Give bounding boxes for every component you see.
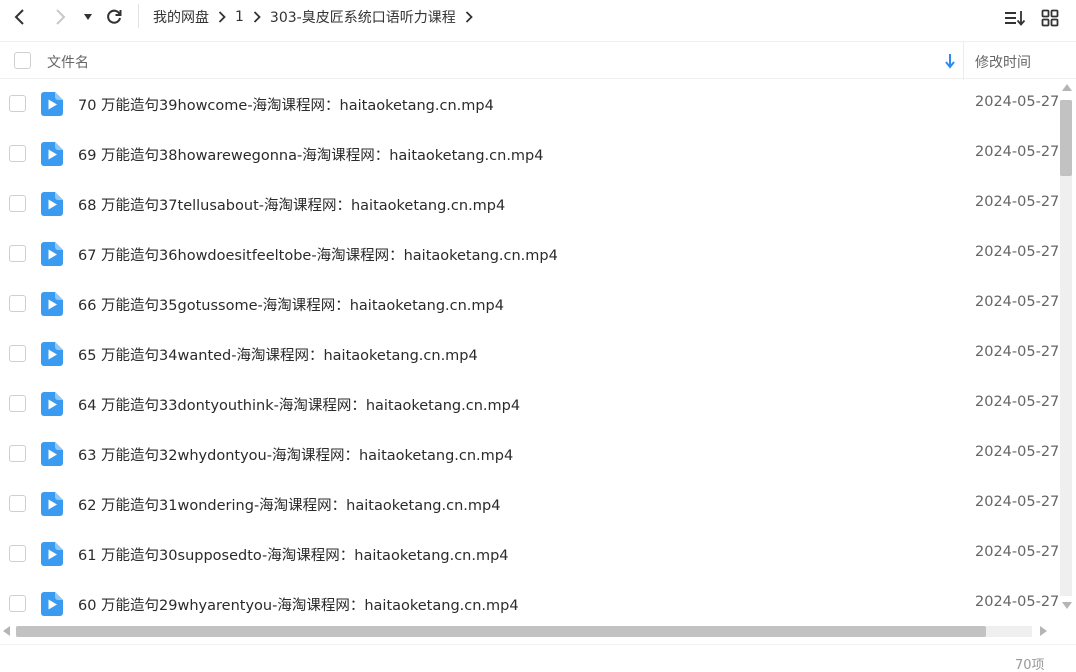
- column-header-modified-time[interactable]: 修改时间: [975, 52, 1031, 72]
- scroll-up-arrow-icon[interactable]: [1062, 84, 1072, 91]
- file-row[interactable]: 63 万能造句32whydontyou-海淘课程网：haitaoketang.c…: [0, 429, 1058, 479]
- file-name: 63 万能造句32whydontyou-海淘课程网：haitaoketang.c…: [78, 448, 514, 464]
- video-file-icon: [41, 342, 63, 366]
- row-checkbox[interactable]: [9, 145, 26, 162]
- video-file-icon: [41, 192, 63, 216]
- file-row[interactable]: 62 万能造句31wondering-海淘课程网：haitaoketang.cn…: [0, 479, 1058, 529]
- toolbar-divider: [138, 4, 139, 28]
- file-name: 66 万能造句35gotussome-海淘课程网：haitaoketang.cn…: [78, 298, 504, 314]
- video-file-icon: [41, 92, 63, 116]
- video-file-icon: [41, 542, 63, 566]
- file-modified-time: 2024-05-27: [975, 544, 1058, 560]
- forward-arrow-icon[interactable]: [48, 5, 72, 29]
- file-row[interactable]: 66 万能造句35gotussome-海淘课程网：haitaoketang.cn…: [0, 279, 1058, 329]
- video-file-icon: [41, 592, 63, 616]
- horizontal-scroll-thumb[interactable]: [16, 626, 986, 637]
- file-modified-time: 2024-05-27: [975, 94, 1058, 110]
- refresh-icon[interactable]: [102, 5, 126, 29]
- breadcrumb-item-current[interactable]: 303-臭皮匠系统口语听力课程: [270, 7, 456, 27]
- file-name: 70 万能造句39howcome-海淘课程网：haitaoketang.cn.m…: [78, 98, 494, 114]
- breadcrumb-item-1[interactable]: 1: [235, 9, 244, 25]
- file-name: 61 万能造句30supposedto-海淘课程网：haitaoketang.c…: [78, 548, 509, 564]
- row-checkbox[interactable]: [9, 495, 26, 512]
- file-name: 65 万能造句34wanted-海淘课程网：haitaoketang.cn.mp…: [78, 348, 478, 364]
- file-name: 69 万能造句38howarewegonna-海淘课程网：haitaoketan…: [78, 148, 544, 164]
- file-name: 68 万能造句37tellusabout-海淘课程网：haitaoketang.…: [78, 198, 506, 214]
- file-name: 62 万能造句31wondering-海淘课程网：haitaoketang.cn…: [78, 498, 501, 514]
- file-modified-time: 2024-05-27: [975, 144, 1058, 160]
- breadcrumb-item-root[interactable]: 我的网盘: [153, 7, 209, 27]
- toolbar: 我的网盘 1 303-臭皮匠系统口语听力课程: [0, 0, 1076, 33]
- video-file-icon: [41, 292, 63, 316]
- scroll-right-arrow-icon[interactable]: [1040, 626, 1047, 636]
- file-modified-time: 2024-05-27: [975, 194, 1058, 210]
- video-file-icon: [41, 242, 63, 266]
- file-modified-time: 2024-05-27: [975, 494, 1058, 510]
- row-checkbox[interactable]: [9, 345, 26, 362]
- row-checkbox[interactable]: [9, 195, 26, 212]
- scroll-left-arrow-icon[interactable]: [3, 626, 10, 636]
- breadcrumb: 我的网盘 1 303-臭皮匠系统口语听力课程: [153, 6, 482, 28]
- horizontal-scrollbar[interactable]: [0, 622, 1058, 640]
- file-modified-time: 2024-05-27: [975, 594, 1058, 610]
- file-row[interactable]: 67 万能造句36howdoesitfeeltobe-海淘课程网：haitaok…: [0, 229, 1058, 279]
- file-row[interactable]: 61 万能造句30supposedto-海淘课程网：haitaoketang.c…: [0, 529, 1058, 579]
- chevron-right-icon: [253, 11, 261, 23]
- file-modified-time: 2024-05-27: [975, 244, 1058, 260]
- row-checkbox[interactable]: [9, 245, 26, 262]
- back-arrow-icon[interactable]: [8, 5, 32, 29]
- file-name: 67 万能造句36howdoesitfeeltobe-海淘课程网：haitaok…: [78, 248, 558, 264]
- grid-view-icon[interactable]: [1038, 6, 1062, 30]
- file-modified-time: 2024-05-27: [975, 444, 1058, 460]
- file-row[interactable]: 65 万能造句34wanted-海淘课程网：haitaoketang.cn.mp…: [0, 329, 1058, 379]
- file-name: 64 万能造句33dontyouthink-海淘课程网：haitaoketang…: [78, 398, 521, 414]
- video-file-icon: [41, 392, 63, 416]
- file-row[interactable]: 60 万能造句29whyarentyou-海淘课程网：haitaoketang.…: [0, 579, 1058, 625]
- vertical-scroll-thumb[interactable]: [1060, 100, 1072, 176]
- file-modified-time: 2024-05-27: [975, 294, 1058, 310]
- history-dropdown-icon[interactable]: [76, 5, 100, 29]
- chevron-right-icon[interactable]: [465, 11, 473, 23]
- video-file-icon: [41, 442, 63, 466]
- select-all-checkbox[interactable]: [14, 52, 31, 69]
- file-list: 70 万能造句39howcome-海淘课程网：haitaoketang.cn.m…: [0, 79, 1058, 625]
- file-row[interactable]: 69 万能造句38howarewegonna-海淘课程网：haitaoketan…: [0, 129, 1058, 179]
- column-header-name[interactable]: 文件名: [47, 52, 89, 72]
- row-checkbox[interactable]: [9, 95, 26, 112]
- vertical-scrollbar[interactable]: [1058, 80, 1076, 618]
- list-header: 文件名 修改时间: [0, 41, 1076, 80]
- row-checkbox[interactable]: [9, 595, 26, 612]
- column-divider[interactable]: [963, 42, 964, 80]
- video-file-icon: [41, 492, 63, 516]
- file-row[interactable]: 68 万能造句37tellusabout-海淘课程网：haitaoketang.…: [0, 179, 1058, 229]
- row-checkbox[interactable]: [9, 545, 26, 562]
- item-count: 70项: [1015, 658, 1045, 672]
- video-file-icon: [41, 142, 63, 166]
- chevron-right-icon: [218, 11, 226, 23]
- row-checkbox[interactable]: [9, 295, 26, 312]
- row-checkbox[interactable]: [9, 395, 26, 412]
- file-modified-time: 2024-05-27: [975, 394, 1058, 410]
- status-bar: 70项: [0, 644, 1076, 672]
- row-checkbox[interactable]: [9, 445, 26, 462]
- file-name: 60 万能造句29whyarentyou-海淘课程网：haitaoketang.…: [78, 598, 519, 614]
- scroll-down-arrow-icon[interactable]: [1062, 602, 1072, 609]
- sort-list-icon[interactable]: [1003, 6, 1027, 30]
- file-row[interactable]: 64 万能造句33dontyouthink-海淘课程网：haitaoketang…: [0, 379, 1058, 429]
- file-modified-time: 2024-05-27: [975, 344, 1058, 360]
- file-row[interactable]: 70 万能造句39howcome-海淘课程网：haitaoketang.cn.m…: [0, 79, 1058, 129]
- sort-descending-icon[interactable]: [943, 53, 957, 69]
